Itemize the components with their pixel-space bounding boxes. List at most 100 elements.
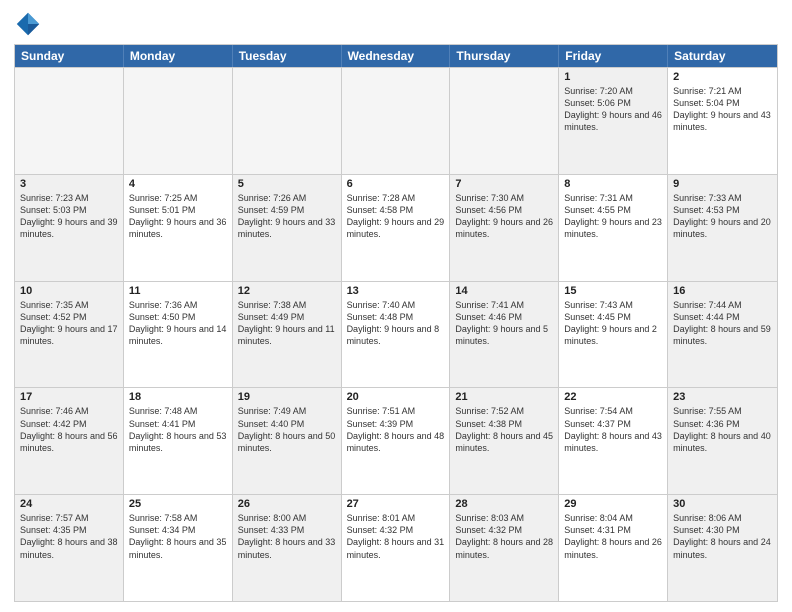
- calendar: SundayMondayTuesdayWednesdayThursdayFrid…: [14, 44, 778, 602]
- day-info: Sunrise: 8:01 AM Sunset: 4:32 PM Dayligh…: [347, 512, 445, 561]
- calendar-cell: 12 Sunrise: 7:38 AM Sunset: 4:49 PM Dayli…: [233, 282, 342, 388]
- day-number: 28: [455, 498, 553, 510]
- day-number: 22: [564, 391, 662, 403]
- header: [14, 10, 778, 38]
- day-info: Sunrise: 8:04 AM Sunset: 4:31 PM Dayligh…: [564, 512, 662, 561]
- day-info: Sunrise: 7:26 AM Sunset: 4:59 PM Dayligh…: [238, 192, 336, 241]
- weekday-header: Wednesday: [342, 45, 451, 67]
- calendar-row: 24Sunrise: 7:57 AM Sunset: 4:35 PM Dayli…: [15, 494, 777, 601]
- calendar-cell: 7 Sunrise: 7:30 AM Sunset: 4:56 PM Daylig…: [450, 175, 559, 281]
- day-info: Sunrise: 8:00 AM Sunset: 4:33 PM Dayligh…: [238, 512, 336, 561]
- day-info: Sunrise: 7:28 AM Sunset: 4:58 PM Dayligh…: [347, 192, 445, 241]
- day-number: 21: [455, 391, 553, 403]
- day-info: Sunrise: 7:58 AM Sunset: 4:34 PM Dayligh…: [129, 512, 227, 561]
- day-info: Sunrise: 7:35 AM Sunset: 4:52 PM Dayligh…: [20, 299, 118, 348]
- calendar-cell: 15Sunrise: 7:43 AM Sunset: 4:45 PM Dayli…: [559, 282, 668, 388]
- day-number: 7: [455, 178, 553, 190]
- weekday-header: Tuesday: [233, 45, 342, 67]
- calendar-cell: 27Sunrise: 8:01 AM Sunset: 4:32 PM Dayli…: [342, 495, 451, 601]
- calendar-cell: 20Sunrise: 7:51 AM Sunset: 4:39 PM Dayli…: [342, 388, 451, 494]
- day-number: 29: [564, 498, 662, 510]
- calendar-cell: 16Sunrise: 7:44 AM Sunset: 4:44 PM Dayli…: [668, 282, 777, 388]
- day-number: 23: [673, 391, 772, 403]
- day-info: Sunrise: 7:38 AM Sunset: 4:49 PM Dayligh…: [238, 299, 336, 348]
- calendar-cell: 11Sunrise: 7:36 AM Sunset: 4:50 PM Dayli…: [124, 282, 233, 388]
- calendar-cell: 19Sunrise: 7:49 AM Sunset: 4:40 PM Dayli…: [233, 388, 342, 494]
- calendar-cell: 10 Sunrise: 7:35 AM Sunset: 4:52 PM Dayli…: [15, 282, 124, 388]
- weekday-header: Sunday: [15, 45, 124, 67]
- calendar-row: 17 Sunrise: 7:46 AM Sunset: 4:42 PM Dayli…: [15, 387, 777, 494]
- day-info: Sunrise: 7:30 AM Sunset: 4:56 PM Dayligh…: [455, 192, 553, 241]
- calendar-row: 10 Sunrise: 7:35 AM Sunset: 4:52 PM Dayli…: [15, 281, 777, 388]
- calendar-cell: 3 Sunrise: 7:23 AM Sunset: 5:03 PM Daylig…: [15, 175, 124, 281]
- day-number: 14: [455, 285, 553, 297]
- calendar-header: SundayMondayTuesdayWednesdayThursdayFrid…: [15, 45, 777, 67]
- calendar-cell: 6 Sunrise: 7:28 AM Sunset: 4:58 PM Daylig…: [342, 175, 451, 281]
- day-number: 1: [564, 71, 662, 83]
- day-info: Sunrise: 8:06 AM Sunset: 4:30 PM Dayligh…: [673, 512, 772, 561]
- day-info: Sunrise: 7:48 AM Sunset: 4:41 PM Dayligh…: [129, 405, 227, 454]
- calendar-cell: 1 Sunrise: 7:20 AM Sunset: 5:06 PM Daylig…: [559, 68, 668, 174]
- day-info: Sunrise: 7:20 AM Sunset: 5:06 PM Dayligh…: [564, 85, 662, 134]
- calendar-cell: 14Sunrise: 7:41 AM Sunset: 4:46 PM Dayli…: [450, 282, 559, 388]
- calendar-row: 3 Sunrise: 7:23 AM Sunset: 5:03 PM Daylig…: [15, 174, 777, 281]
- calendar-cell: 21 Sunrise: 7:52 AM Sunset: 4:38 PM Dayli…: [450, 388, 559, 494]
- day-info: Sunrise: 7:46 AM Sunset: 4:42 PM Dayligh…: [20, 405, 118, 454]
- day-info: Sunrise: 7:25 AM Sunset: 5:01 PM Dayligh…: [129, 192, 227, 241]
- day-number: 12: [238, 285, 336, 297]
- calendar-cell: [124, 68, 233, 174]
- logo-icon: [14, 10, 42, 38]
- day-number: 30: [673, 498, 772, 510]
- calendar-cell: 13Sunrise: 7:40 AM Sunset: 4:48 PM Dayli…: [342, 282, 451, 388]
- day-number: 9: [673, 178, 772, 190]
- day-info: Sunrise: 8:03 AM Sunset: 4:32 PM Dayligh…: [455, 512, 553, 561]
- day-info: Sunrise: 7:36 AM Sunset: 4:50 PM Dayligh…: [129, 299, 227, 348]
- calendar-cell: 9 Sunrise: 7:33 AM Sunset: 4:53 PM Daylig…: [668, 175, 777, 281]
- calendar-cell: 4 Sunrise: 7:25 AM Sunset: 5:01 PM Daylig…: [124, 175, 233, 281]
- calendar-cell: 18 Sunrise: 7:48 AM Sunset: 4:41 PM Dayli…: [124, 388, 233, 494]
- page: SundayMondayTuesdayWednesdayThursdayFrid…: [0, 0, 792, 612]
- day-info: Sunrise: 7:43 AM Sunset: 4:45 PM Dayligh…: [564, 299, 662, 348]
- calendar-cell: [450, 68, 559, 174]
- day-info: Sunrise: 7:54 AM Sunset: 4:37 PM Dayligh…: [564, 405, 662, 454]
- day-info: Sunrise: 7:31 AM Sunset: 4:55 PM Dayligh…: [564, 192, 662, 241]
- calendar-cell: 26 Sunrise: 8:00 AM Sunset: 4:33 PM Dayli…: [233, 495, 342, 601]
- calendar-cell: 25 Sunrise: 7:58 AM Sunset: 4:34 PM Dayli…: [124, 495, 233, 601]
- day-info: Sunrise: 7:33 AM Sunset: 4:53 PM Dayligh…: [673, 192, 772, 241]
- weekday-header: Monday: [124, 45, 233, 67]
- calendar-cell: 2 Sunrise: 7:21 AM Sunset: 5:04 PM Daylig…: [668, 68, 777, 174]
- day-number: 4: [129, 178, 227, 190]
- calendar-cell: 28 Sunrise: 8:03 AM Sunset: 4:32 PM Dayli…: [450, 495, 559, 601]
- calendar-row: 1 Sunrise: 7:20 AM Sunset: 5:06 PM Daylig…: [15, 67, 777, 174]
- calendar-cell: 8 Sunrise: 7:31 AM Sunset: 4:55 PM Daylig…: [559, 175, 668, 281]
- day-info: Sunrise: 7:55 AM Sunset: 4:36 PM Dayligh…: [673, 405, 772, 454]
- calendar-cell: [233, 68, 342, 174]
- calendar-cell: [342, 68, 451, 174]
- day-number: 17: [20, 391, 118, 403]
- day-info: Sunrise: 7:57 AM Sunset: 4:35 PM Dayligh…: [20, 512, 118, 561]
- day-number: 13: [347, 285, 445, 297]
- day-number: 6: [347, 178, 445, 190]
- calendar-cell: 22 Sunrise: 7:54 AM Sunset: 4:37 PM Dayli…: [559, 388, 668, 494]
- day-info: Sunrise: 7:23 AM Sunset: 5:03 PM Dayligh…: [20, 192, 118, 241]
- day-info: Sunrise: 7:52 AM Sunset: 4:38 PM Dayligh…: [455, 405, 553, 454]
- day-number: 8: [564, 178, 662, 190]
- day-number: 26: [238, 498, 336, 510]
- calendar-body: 1 Sunrise: 7:20 AM Sunset: 5:06 PM Daylig…: [15, 67, 777, 601]
- weekday-header: Saturday: [668, 45, 777, 67]
- calendar-cell: 23 Sunrise: 7:55 AM Sunset: 4:36 PM Dayli…: [668, 388, 777, 494]
- day-number: 20: [347, 391, 445, 403]
- calendar-cell: 30 Sunrise: 8:06 AM Sunset: 4:30 PM Dayli…: [668, 495, 777, 601]
- day-number: 19: [238, 391, 336, 403]
- day-number: 10: [20, 285, 118, 297]
- day-number: 2: [673, 71, 772, 83]
- logo: [14, 10, 46, 38]
- day-number: 25: [129, 498, 227, 510]
- calendar-cell: 5Sunrise: 7:26 AM Sunset: 4:59 PM Daylig…: [233, 175, 342, 281]
- day-number: 3: [20, 178, 118, 190]
- calendar-cell: 24Sunrise: 7:57 AM Sunset: 4:35 PM Dayli…: [15, 495, 124, 601]
- day-number: 18: [129, 391, 227, 403]
- day-info: Sunrise: 7:44 AM Sunset: 4:44 PM Dayligh…: [673, 299, 772, 348]
- day-info: Sunrise: 7:21 AM Sunset: 5:04 PM Dayligh…: [673, 85, 772, 134]
- calendar-cell: 17 Sunrise: 7:46 AM Sunset: 4:42 PM Dayli…: [15, 388, 124, 494]
